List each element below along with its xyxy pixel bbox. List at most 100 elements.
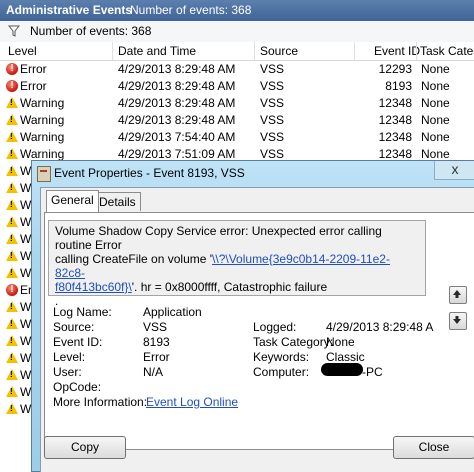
dialog-body: General Details Volume Shadow Copy Servi… bbox=[40, 187, 474, 472]
task-category-value: None bbox=[326, 335, 355, 349]
warning-icon: ! bbox=[6, 216, 18, 227]
column-source[interactable]: Source bbox=[260, 44, 298, 58]
column-level[interactable]: Level bbox=[8, 44, 37, 58]
event-description[interactable]: Volume Shadow Copy Service error: Unexpe… bbox=[48, 220, 426, 308]
obscured-row-level[interactable]: W bbox=[20, 317, 31, 331]
table-row[interactable]: ! Warning 4/29/2013 8:29:48 AM VSS 12348… bbox=[0, 112, 474, 129]
obscured-row-level[interactable]: W bbox=[20, 385, 31, 399]
row-level: Warning bbox=[20, 130, 65, 144]
obscured-row-level[interactable]: W bbox=[20, 198, 31, 212]
obscured-row-level[interactable]: W bbox=[20, 368, 31, 382]
column-task-category[interactable]: Task Categ bbox=[420, 44, 474, 58]
description-line-3: '. hr = 0x8000ffff, Catastrophic failure bbox=[131, 280, 328, 294]
computer-label: Computer: bbox=[253, 365, 310, 379]
warning-icon: ! bbox=[6, 199, 18, 210]
source-value: VSS bbox=[143, 320, 168, 334]
row-source: VSS bbox=[260, 96, 285, 110]
event-log-online-link[interactable]: Event Log Online bbox=[146, 395, 238, 409]
opcode-label: OpCode: bbox=[53, 380, 102, 394]
close-button[interactable]: Close bbox=[393, 436, 474, 459]
warning-icon: ! bbox=[6, 250, 18, 261]
row-event-id: 8193 bbox=[385, 79, 412, 93]
row-level: Warning bbox=[20, 96, 65, 110]
row-task: None bbox=[421, 96, 450, 110]
error-icon: ! bbox=[6, 63, 18, 75]
row-datetime: 4/29/2013 8:29:48 AM bbox=[118, 79, 236, 93]
computer-value: -PC bbox=[362, 365, 383, 379]
row-datetime: 4/29/2013 7:51:09 AM bbox=[118, 147, 236, 161]
log-name-value: Application bbox=[143, 305, 202, 319]
warning-icon: ! bbox=[6, 267, 18, 278]
redacted-computer-name bbox=[321, 363, 363, 376]
obscured-row-level[interactable]: W bbox=[20, 164, 31, 178]
row-source: VSS bbox=[260, 79, 285, 93]
warning-icon: ! bbox=[6, 301, 18, 312]
error-icon: ! bbox=[6, 284, 18, 296]
row-task: None bbox=[421, 62, 450, 76]
row-event-id: 12348 bbox=[378, 130, 412, 144]
event-properties-dialog: Event Properties - Event 8193, VSS x Gen… bbox=[31, 160, 474, 472]
table-row[interactable]: ! Warning 4/29/2013 7:54:40 AM VSS 12348… bbox=[0, 129, 474, 146]
filter-bar: Number of events: 368 bbox=[0, 21, 474, 43]
obscured-row-level[interactable]: W bbox=[20, 266, 31, 280]
row-source: VSS bbox=[260, 147, 285, 161]
copy-button[interactable]: Copy bbox=[44, 436, 126, 459]
table-row[interactable]: ! Warning 4/29/2013 8:29:48 AM VSS 12348… bbox=[0, 95, 474, 112]
description-line-2: calling CreateFile on volume ' bbox=[55, 252, 213, 266]
user-label: User: bbox=[53, 365, 82, 379]
warning-icon: ! bbox=[6, 233, 18, 244]
tab-details[interactable]: Details bbox=[94, 192, 141, 211]
column-date-time[interactable]: Date and Time bbox=[118, 44, 196, 58]
error-icon: ! bbox=[6, 80, 18, 92]
warning-icon: ! bbox=[6, 148, 18, 159]
obscured-row-level[interactable]: W bbox=[20, 215, 31, 229]
obscured-row-level[interactable]: W bbox=[20, 249, 31, 263]
source-label: Source: bbox=[53, 320, 95, 334]
keywords-value: Classic bbox=[326, 350, 365, 364]
row-datetime: 4/29/2013 8:29:48 AM bbox=[118, 62, 236, 76]
event-id-label: Event ID: bbox=[53, 335, 103, 349]
view-title: Administrative Events bbox=[6, 3, 133, 17]
warning-icon: ! bbox=[6, 131, 18, 142]
obscured-row-level[interactable]: W bbox=[20, 351, 31, 365]
table-row[interactable]: ! Error 4/29/2013 8:29:48 AM VSS 8193 No… bbox=[0, 78, 474, 95]
obscured-row-level[interactable]: W bbox=[20, 300, 31, 314]
obscured-row-level[interactable]: W bbox=[20, 402, 31, 416]
warning-icon: ! bbox=[6, 97, 18, 108]
row-task: None bbox=[421, 130, 450, 144]
row-datetime: 4/29/2013 8:29:48 AM bbox=[118, 113, 236, 127]
warning-icon: ! bbox=[6, 369, 18, 380]
row-task: None bbox=[421, 113, 450, 127]
obscured-row-level[interactable]: W bbox=[20, 181, 31, 195]
row-source: VSS bbox=[260, 113, 285, 127]
event-viewer-app-icon bbox=[37, 166, 51, 182]
arrow-down-icon bbox=[453, 316, 461, 324]
row-level: Warning bbox=[20, 113, 65, 127]
row-source: VSS bbox=[260, 62, 285, 76]
column-event-id[interactable]: Event ID bbox=[374, 44, 420, 58]
volume-link-continued[interactable]: f80f413bc60f}\ bbox=[55, 280, 132, 294]
warning-icon: ! bbox=[6, 386, 18, 397]
table-row[interactable]: ! Error 4/29/2013 8:29:48 AM VSS 12293 N… bbox=[0, 61, 474, 78]
user-value: N/A bbox=[143, 365, 164, 379]
row-event-id: 12293 bbox=[378, 62, 412, 76]
filter-icon[interactable] bbox=[8, 25, 20, 37]
row-source: VSS bbox=[260, 130, 285, 144]
row-event-id: 12348 bbox=[378, 147, 412, 161]
view-event-count: Number of events: 368 bbox=[130, 3, 252, 17]
previous-event-button[interactable] bbox=[449, 286, 467, 304]
event-view-title-bar: Administrative Events Number of events: … bbox=[0, 0, 474, 21]
warning-icon: ! bbox=[6, 352, 18, 363]
tab-general[interactable]: General bbox=[46, 190, 99, 212]
logged-value: 4/29/2013 8:29:48 A bbox=[326, 320, 434, 334]
logged-label: Logged: bbox=[253, 320, 297, 334]
arrow-up-icon bbox=[453, 290, 461, 298]
task-category-label: Task Category: bbox=[253, 335, 334, 349]
next-event-button[interactable] bbox=[449, 312, 467, 330]
warning-icon: ! bbox=[6, 165, 18, 176]
close-icon[interactable]: x bbox=[434, 161, 474, 180]
row-datetime: 4/29/2013 7:54:40 AM bbox=[118, 130, 236, 144]
obscured-row-level[interactable]: W bbox=[20, 334, 31, 348]
level-value: Error bbox=[143, 350, 170, 364]
obscured-row-level[interactable]: W bbox=[20, 232, 31, 246]
